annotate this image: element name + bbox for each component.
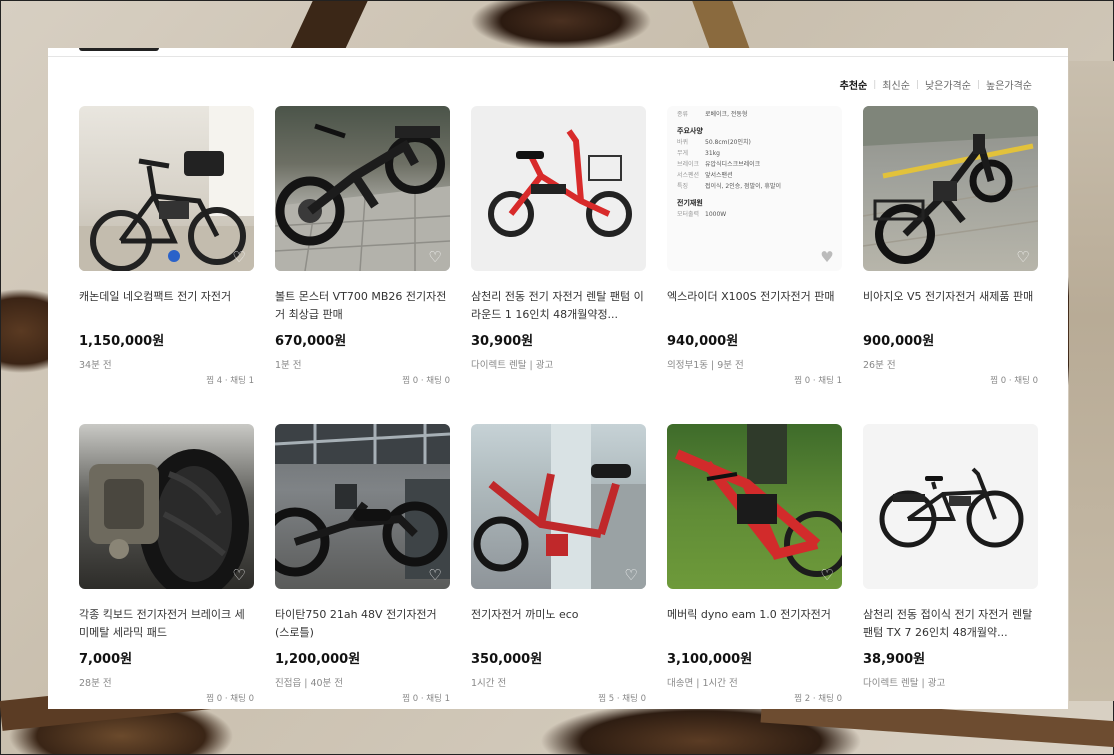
product-meta: 1분 전 — [275, 360, 302, 371]
product-title[interactable]: 전기자전거 까미노 eco — [471, 606, 646, 642]
heart-icon[interactable]: ♡ — [231, 249, 247, 265]
product-card[interactable]: ♡ 캐논데일 네오컴팩트 전기 자전거 1,150,000원 34분 전 찜 4… — [79, 106, 254, 424]
product-title[interactable]: 엑스라이더 X100S 전기자전거 판매 — [667, 288, 842, 324]
sort-separator: | — [915, 79, 919, 90]
product-stats: 찜 0 · 채팅 0 — [990, 376, 1038, 386]
product-image[interactable]: ♡ — [471, 106, 646, 271]
product-title[interactable]: 볼트 몬스터 VT700 MB26 전기자전거 최상급 판매 — [275, 288, 450, 324]
product-stats: 찜 4 · 채팅 1 — [206, 376, 254, 386]
product-stats: 찜 5 · 채팅 0 — [598, 694, 646, 704]
product-card[interactable]: ♡ 각종 킥보드 전기자전거 브레이크 세미메탈 세라믹 패드 7,000원 2… — [79, 424, 254, 709]
product-title[interactable]: 캐논데일 네오컴팩트 전기 자전거 — [79, 288, 254, 324]
product-image[interactable]: ♡ — [667, 424, 842, 589]
product-card[interactable]: ♡ 삼천리 전동 전기 자전거 렌탈 팬텀 이라운드 1 16인치 48개월약정… — [471, 106, 646, 424]
product-meta: 다이렉트 렌탈 | 광고 — [863, 678, 946, 689]
product-image[interactable]: ♡ — [275, 424, 450, 589]
product-stats: 찜 0 · 채팅 1 — [794, 376, 842, 386]
product-image[interactable]: ♡ — [79, 106, 254, 271]
product-price: 3,100,000원 — [667, 652, 753, 667]
product-list-panel: 추천순 | 최신순 | 낮은가격순 | 높은가격순 ♡ 캐논데일 네오컴팩트 전… — [48, 48, 1068, 709]
product-meta: 34분 전 — [79, 360, 112, 371]
product-title[interactable]: 비아지오 V5 전기자전거 새제품 판매 — [863, 288, 1038, 324]
product-meta: 다이렉트 렌탈 | 광고 — [471, 360, 554, 371]
product-price: 350,000원 — [471, 652, 543, 667]
product-image[interactable]: ♡ — [79, 424, 254, 589]
product-meta: 26분 전 — [863, 360, 896, 371]
product-card[interactable]: ♡ 타이탄750 21ah 48V 전기자전거(스로틀) 1,200,000원 … — [275, 424, 450, 709]
product-meta: 대송면 | 1시간 전 — [667, 678, 738, 689]
product-price: 30,900원 — [471, 334, 534, 349]
sort-separator: | — [873, 79, 877, 90]
product-price: 38,900원 — [863, 652, 926, 667]
product-price: 7,000원 — [79, 652, 133, 667]
product-price: 940,000원 — [667, 334, 739, 349]
product-stats: 찜 0 · 채팅 0 — [402, 376, 450, 386]
heart-icon[interactable]: ♥ — [819, 249, 835, 265]
product-grid: ♡ 캐논데일 네오컴팩트 전기 자전거 1,150,000원 34분 전 찜 4… — [79, 106, 1038, 709]
product-card[interactable]: ♡ 비아지오 V5 전기자전거 새제품 판매 900,000원 26분 전 찜 … — [863, 106, 1038, 424]
divider — [48, 56, 1068, 57]
product-image[interactable]: ♡ — [471, 424, 646, 589]
sort-newest[interactable]: 최신순 — [882, 77, 910, 92]
product-stats: 찜 0 · 채팅 1 — [402, 694, 450, 704]
product-meta: 1시간 전 — [471, 678, 507, 689]
heart-icon[interactable]: ♡ — [1015, 567, 1031, 583]
product-price: 1,200,000원 — [275, 652, 361, 667]
sort-recommended[interactable]: 추천순 — [840, 77, 868, 92]
heart-icon[interactable]: ♡ — [623, 567, 639, 583]
product-stats: 찜 0 · 채팅 0 — [206, 694, 254, 704]
product-image[interactable]: ♡ — [275, 106, 450, 271]
product-image[interactable]: 종류 로베이크, 전동형 주요사양 바퀴 50.8cm(20인치) 무게 31kg 브… — [667, 106, 842, 271]
product-price: 1,150,000원 — [79, 334, 165, 349]
product-meta: 진접읍 | 40분 전 — [275, 678, 344, 689]
product-meta: 의정부1동 | 9분 전 — [667, 360, 744, 371]
product-price: 900,000원 — [863, 334, 935, 349]
heart-icon[interactable]: ♡ — [231, 567, 247, 583]
product-price: 670,000원 — [275, 334, 347, 349]
heart-icon[interactable]: ♡ — [427, 567, 443, 583]
product-card[interactable]: 종류 로베이크, 전동형 주요사양 바퀴 50.8cm(20인치) 무게 31kg 브… — [667, 106, 842, 424]
sort-separator: | — [976, 79, 980, 90]
sort-options: 추천순 | 최신순 | 낮은가격순 | 높은가격순 — [840, 77, 1032, 93]
active-tab-indicator — [79, 48, 159, 51]
product-title[interactable]: 삼천리 전동 접이식 전기 자전거 렌탈 팬텀 TX 7 26인치 48개월약.… — [863, 606, 1038, 642]
background-wall — [1069, 61, 1114, 701]
product-title[interactable]: 타이탄750 21ah 48V 전기자전거(스로틀) — [275, 606, 450, 642]
product-image[interactable]: ♡ — [863, 424, 1038, 589]
product-meta: 28분 전 — [79, 678, 112, 689]
heart-icon[interactable]: ♡ — [1015, 249, 1031, 265]
sort-lowest-price[interactable]: 낮은가격순 — [925, 77, 971, 92]
sort-highest-price[interactable]: 높은가격순 — [986, 77, 1032, 92]
product-card[interactable]: ♡ 볼트 몬스터 VT700 MB26 전기자전거 최상급 판매 670,000… — [275, 106, 450, 424]
product-title[interactable]: 각종 킥보드 전기자전거 브레이크 세미메탈 세라믹 패드 — [79, 606, 254, 642]
product-card[interactable]: ♡ 메버릭 dyno eam 1.0 전기자전거 3,100,000원 대송면 … — [667, 424, 842, 709]
product-image[interactable]: ♡ — [863, 106, 1038, 271]
heart-icon[interactable]: ♡ — [623, 249, 639, 265]
product-title[interactable]: 삼천리 전동 전기 자전거 렌탈 팬텀 이라운드 1 16인치 48개월약정..… — [471, 288, 646, 324]
heart-icon[interactable]: ♡ — [819, 567, 835, 583]
spec-sheet: 종류 로베이크, 전동형 주요사양 바퀴 50.8cm(20인치) 무게 31kg 브… — [677, 111, 781, 218]
product-card[interactable]: ♡ 전기자전거 까미노 eco 350,000원 1시간 전 찜 5 · 채팅 … — [471, 424, 646, 709]
heart-icon[interactable]: ♡ — [427, 249, 443, 265]
product-card[interactable]: ♡ 삼천리 전동 접이식 전기 자전거 렌탈 팬텀 TX 7 26인치 48개월… — [863, 424, 1038, 709]
product-title[interactable]: 메버릭 dyno eam 1.0 전기자전거 — [667, 606, 842, 642]
product-stats: 찜 2 · 채팅 0 — [794, 694, 842, 704]
